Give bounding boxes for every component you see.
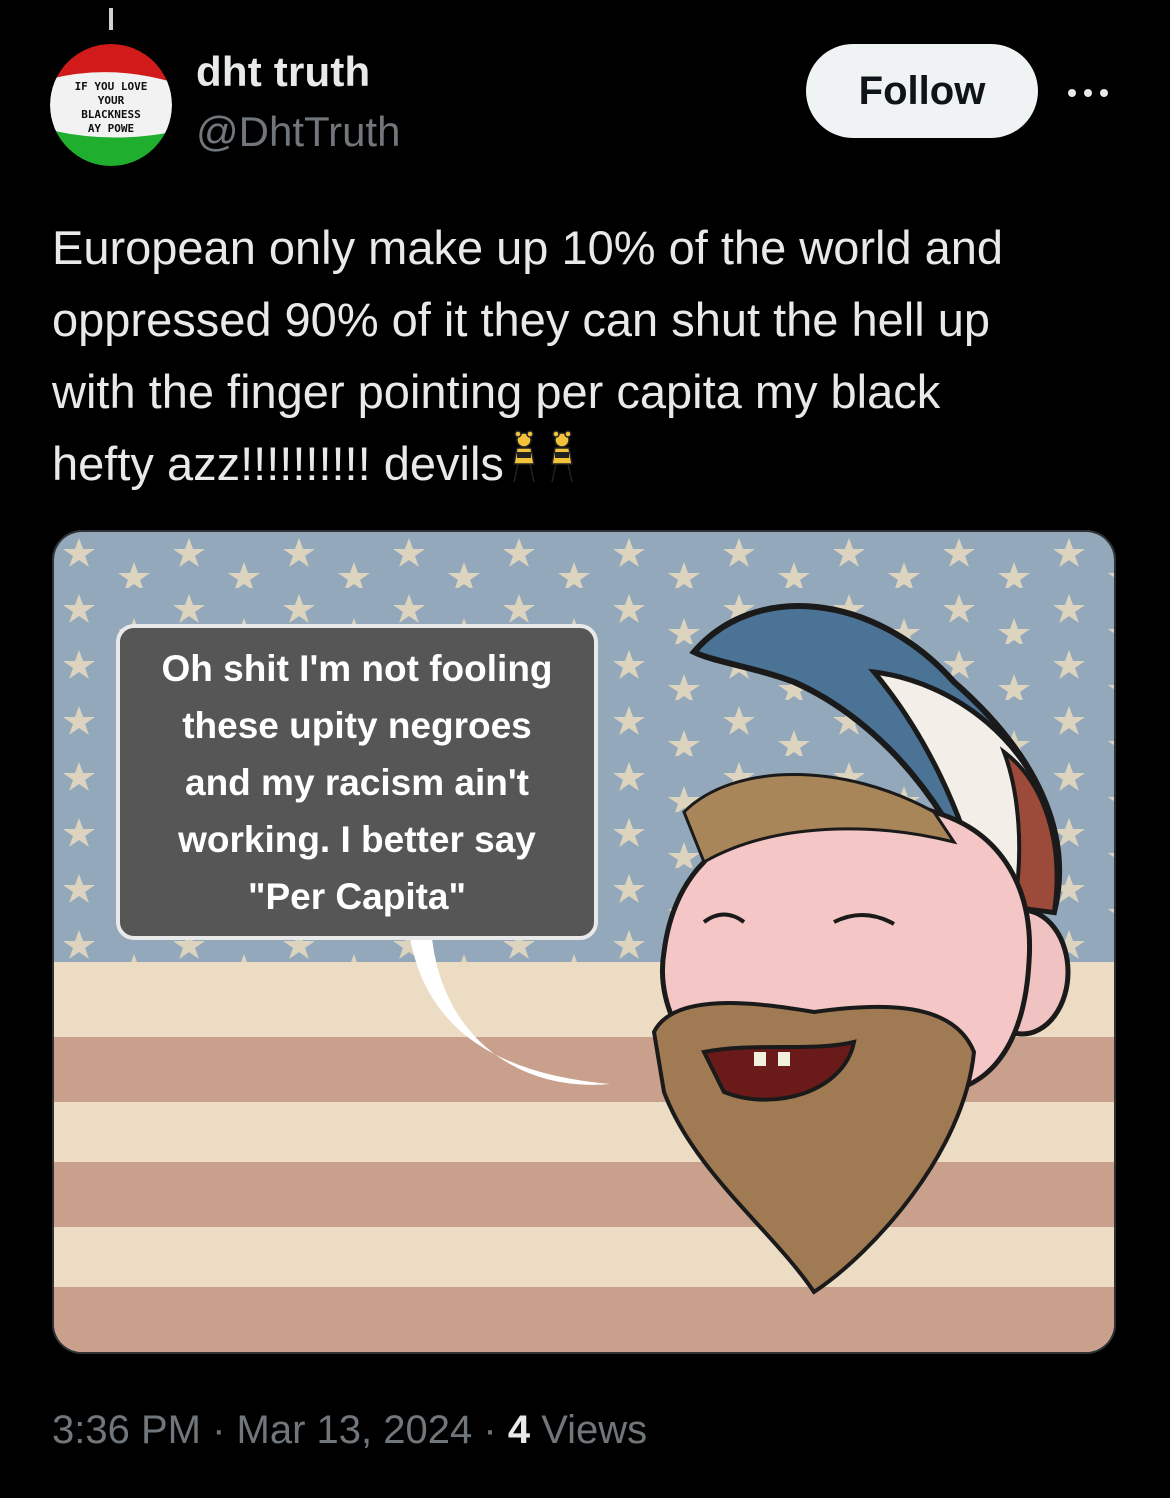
tweet-date[interactable]: Mar 13, 2024 (237, 1408, 473, 1452)
follow-button[interactable]: Follow (806, 44, 1038, 138)
svg-text:IF YOU LOVE: IF YOU LOVE (75, 80, 148, 93)
meta-separator: · (483, 1408, 497, 1452)
views-count[interactable]: 4 (508, 1408, 530, 1452)
svg-text:AY POWE: AY POWE (88, 122, 134, 135)
speech-bubble-text: Oh shit I'm not fooling these upity negr… (161, 647, 553, 917)
svg-text:YOUR: YOUR (98, 94, 125, 107)
author-handle[interactable]: @DhtTruth (196, 108, 400, 156)
speech-bubble: Oh shit I'm not fooling these upity negr… (116, 624, 598, 940)
tweet-time[interactable]: 3:36 PM (52, 1408, 201, 1452)
author-display-name[interactable]: dht truth (196, 48, 370, 96)
tweet-text: European only make up 10% of the world a… (52, 212, 1132, 506)
views-label[interactable]: Views (541, 1408, 647, 1452)
tweet-meta: 3:36 PM · Mar 13, 2024 · 4 Views (52, 1408, 647, 1453)
dancing-women-emoji-icon (506, 430, 582, 506)
meta-separator: · (212, 1408, 226, 1452)
tweet-image[interactable]: Oh shit I'm not fooling these upity negr… (52, 530, 1116, 1354)
svg-text:BLACKNESS: BLACKNESS (81, 108, 141, 121)
thread-connector-line (109, 8, 113, 30)
author-avatar[interactable]: IF YOU LOVE YOUR BLACKNESS AY POWE (50, 44, 172, 166)
more-options-icon[interactable] (1060, 78, 1116, 108)
